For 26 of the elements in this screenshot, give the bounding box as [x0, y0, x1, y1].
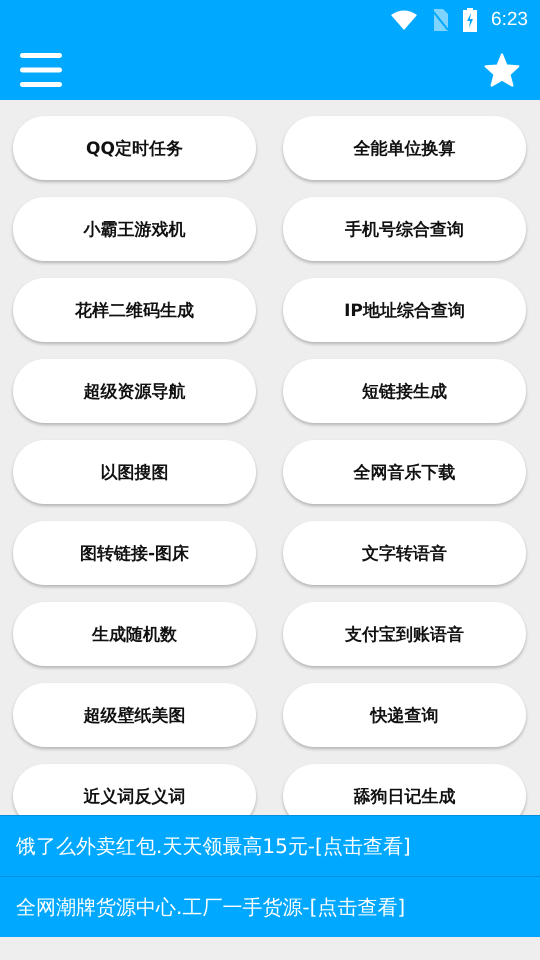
tool-button[interactable]: 支付宝到账语音 — [283, 602, 526, 666]
banner-text: 全网潮牌货源中心.工厂一手货源-[点击查看] — [16, 894, 406, 920]
battery-icon — [463, 8, 478, 32]
tool-button[interactable]: 花样二维码生成 — [13, 278, 256, 342]
tool-button[interactable]: 全能单位换算 — [283, 116, 526, 180]
tool-button[interactable]: 超级资源导航 — [13, 359, 256, 423]
tool-button[interactable]: 近义词反义词 — [13, 764, 256, 815]
tool-button[interactable]: 图转链接-图床 — [13, 521, 256, 585]
tool-button[interactable]: 生成随机数 — [13, 602, 256, 666]
menu-icon[interactable] — [20, 53, 62, 87]
tool-button[interactable]: 超级壁纸美图 — [13, 683, 256, 747]
star-icon[interactable] — [484, 53, 520, 87]
tool-button[interactable]: 文字转语音 — [283, 521, 526, 585]
tool-button[interactable]: 舔狗日记生成 — [283, 764, 526, 815]
tool-button[interactable]: 以图搜图 — [13, 440, 256, 504]
no-sim-icon — [431, 9, 450, 31]
status-time: 6:23 — [491, 9, 528, 31]
tool-button[interactable]: 快递查询 — [283, 683, 526, 747]
banner-text: 饿了么外卖红包.天天领最高15元-[点击查看] — [16, 832, 411, 860]
tool-button[interactable]: 全网音乐下载 — [283, 440, 526, 504]
tool-button[interactable]: QQ定时任务 — [13, 116, 256, 180]
tool-button[interactable]: 小霸王游戏机 — [13, 197, 256, 261]
tool-button[interactable]: IP地址综合查询 — [283, 278, 526, 342]
tool-button[interactable]: 手机号综合查询 — [283, 197, 526, 261]
wifi-icon — [391, 10, 418, 30]
tool-button[interactable]: 短链接生成 — [283, 359, 526, 423]
